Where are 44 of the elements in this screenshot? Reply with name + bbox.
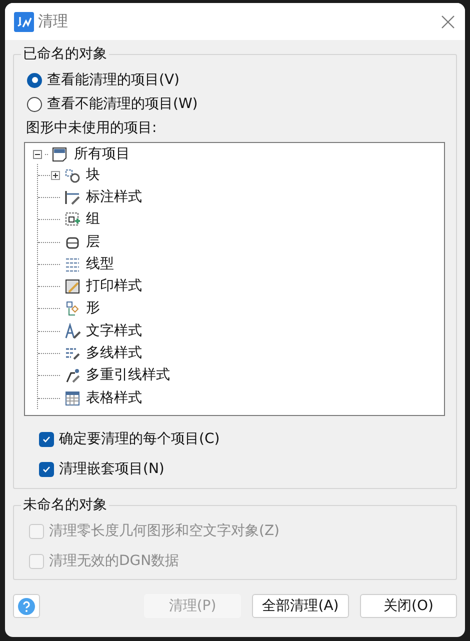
checkbox-label: 清理嵌套项目(N) [59, 460, 164, 478]
tree-item[interactable]: 文字样式 [86, 320, 142, 342]
radio-label: 查看能清理的项目(V) [47, 70, 180, 90]
drawing-icon [51, 146, 68, 162]
tree-item[interactable]: 多线样式 [86, 343, 142, 364]
tree-item-icon [64, 390, 81, 407]
tree-item-icon [64, 278, 81, 296]
radio-label: 查看不能清理的项目(W) [47, 94, 198, 114]
window-title: 清理 [38, 11, 68, 32]
tree-item[interactable]: 表格样式 [86, 388, 142, 409]
dialog-button[interactable]: 关闭(O) [360, 594, 457, 618]
tree-item-icon [64, 211, 81, 228]
tree-item[interactable]: 层 [86, 232, 100, 253]
help-icon [18, 598, 35, 614]
close-icon[interactable] [441, 14, 455, 28]
help-button[interactable] [13, 594, 40, 618]
tree-item[interactable]: 块 [86, 164, 100, 186]
tree-item[interactable]: 多重引线样式 [86, 365, 170, 386]
tree-label: 图形中未使用的项目: [26, 119, 158, 138]
collapse-icon[interactable] [33, 150, 42, 158]
tree-item[interactable]: 形 [86, 298, 100, 320]
tree-item-icon [64, 166, 81, 184]
app-logo-icon [14, 12, 34, 32]
check-icon [42, 434, 51, 444]
tree-item-icon [64, 322, 81, 340]
tree-item-icon [64, 256, 81, 273]
check-icon [42, 464, 51, 474]
tree-item[interactable]: 组 [86, 209, 100, 230]
radio-button[interactable] [27, 96, 42, 112]
tree-item-icon [64, 188, 81, 206]
checkbox[interactable] [39, 462, 54, 476]
expand-icon[interactable] [51, 171, 60, 180]
checkbox-label: 确定要清理的每个项目(C) [59, 430, 220, 448]
tree-item-icon [64, 367, 81, 384]
tree-item[interactable]: 所有项目 [74, 144, 130, 164]
tree-item[interactable]: 线型 [86, 254, 114, 275]
checkbox-label: 清理零长度几何图形和空文字对象(Z) [49, 522, 280, 540]
tree-item[interactable]: 标注样式 [86, 186, 142, 208]
tree-item[interactable]: 打印样式 [86, 276, 142, 298]
tree-item-icon [64, 300, 81, 318]
checkbox[interactable] [39, 432, 54, 446]
dialog-button[interactable]: 全部清理(A) [252, 594, 349, 618]
checkbox-label: 清理无效的DGN数据 [49, 552, 180, 570]
radio-button[interactable] [27, 72, 42, 88]
